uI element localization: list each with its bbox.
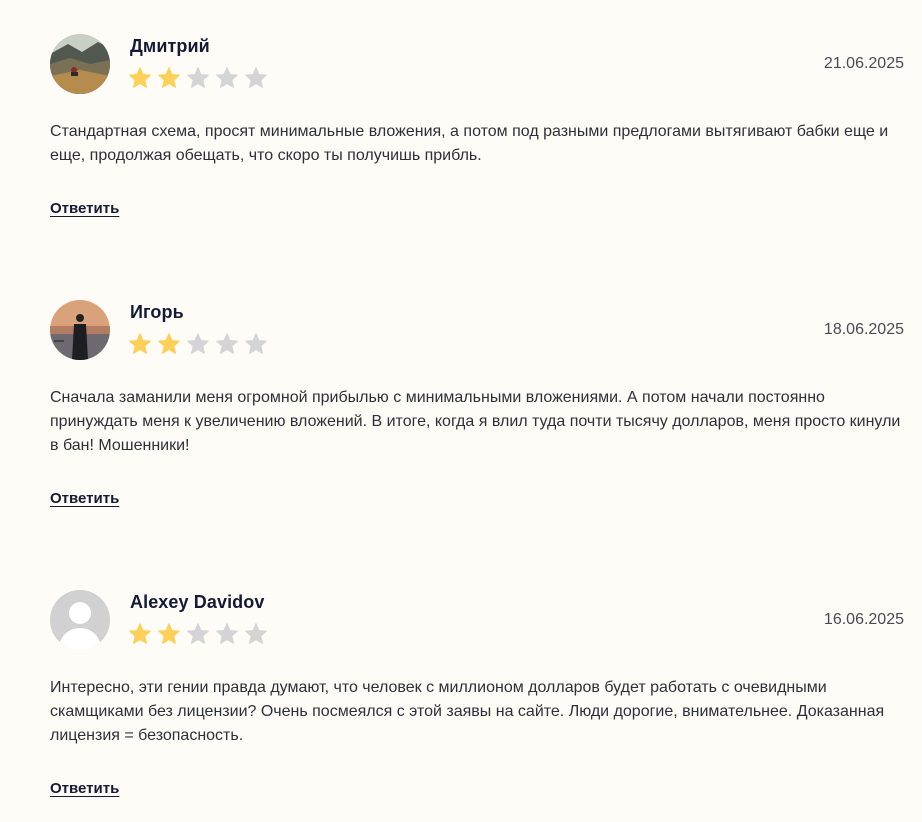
star-filled-icon: [157, 622, 181, 646]
star-filled-icon: [128, 332, 152, 356]
author-name: Игорь: [130, 302, 184, 322]
star-empty-icon: [244, 622, 268, 646]
sunset-person-photo-avatar-image: [50, 300, 110, 360]
reply-link[interactable]: Ответить: [50, 490, 119, 507]
review-text: Интересно, эти гении правда думают, что …: [50, 679, 885, 744]
rating-stars: [128, 622, 268, 646]
avatar: [50, 34, 110, 94]
rating-stars: [128, 66, 268, 90]
star-empty-icon: [244, 332, 268, 356]
avatar: [50, 590, 110, 650]
avatar: [50, 300, 110, 360]
default-user-avatar-image: [50, 590, 110, 650]
star-empty-icon: [186, 66, 210, 90]
star-empty-icon: [215, 66, 239, 90]
reply-link[interactable]: Ответить: [50, 200, 119, 217]
star-filled-icon: [128, 66, 152, 90]
author-name: Дмитрий: [130, 36, 210, 56]
reviews-list: Дмитрий 21.06.2025 Стандартная схема, пр…: [0, 0, 922, 822]
star-filled-icon: [157, 332, 181, 356]
review-date: 16.06.2025: [823, 611, 904, 628]
review-header: Дмитрий 21.06.2025: [50, 34, 904, 96]
review-date: 21.06.2025: [823, 55, 904, 72]
star-filled-icon: [128, 622, 152, 646]
author-name: Alexey Davidov: [130, 592, 265, 612]
star-filled-icon: [157, 66, 181, 90]
star-empty-icon: [186, 332, 210, 356]
rating-stars: [128, 332, 268, 356]
review-header: Alexey Davidov 16.06.2025: [50, 590, 904, 652]
star-empty-icon: [215, 622, 239, 646]
review-text: Стандартная схема, просят минимальные вл…: [50, 123, 889, 164]
review-header: Игорь 18.06.2025: [50, 300, 904, 362]
reply-link[interactable]: Ответить: [50, 780, 119, 797]
star-empty-icon: [186, 622, 210, 646]
review-item: Alexey Davidov 16.06.2025 Интересно, эти…: [50, 590, 904, 797]
review-item: Игорь 18.06.2025 Сначала заманили меня о…: [50, 300, 904, 507]
review-item: Дмитрий 21.06.2025 Стандартная схема, пр…: [50, 34, 904, 217]
review-date: 18.06.2025: [823, 321, 904, 338]
landscape-photo-avatar-image: [50, 34, 110, 94]
review-text: Сначала заманили меня огромной прибылью …: [50, 389, 901, 454]
star-empty-icon: [244, 66, 268, 90]
star-empty-icon: [215, 332, 239, 356]
